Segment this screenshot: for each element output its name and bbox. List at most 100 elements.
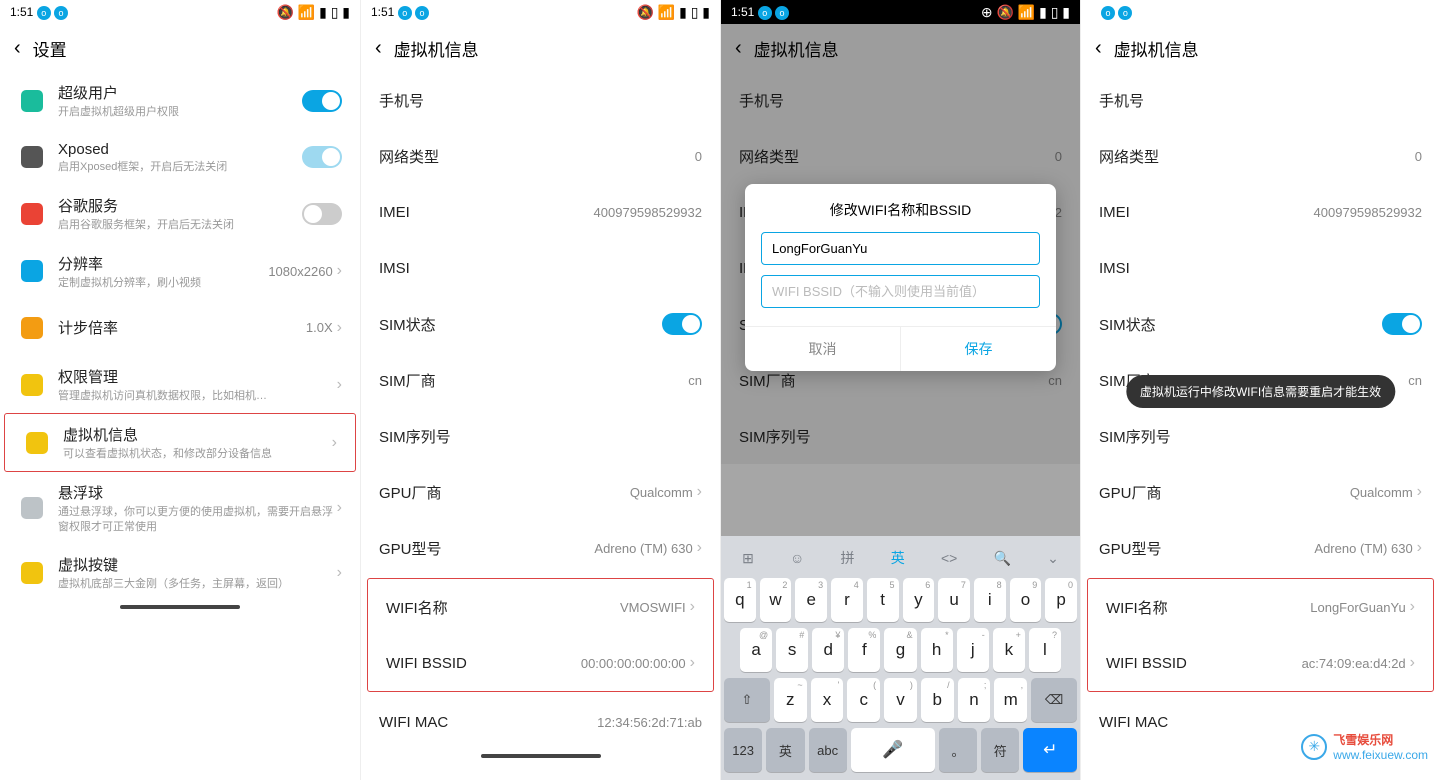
keys-icon <box>18 562 46 584</box>
key[interactable]: 6y <box>903 578 935 622</box>
abc-key[interactable]: abc <box>809 728 847 772</box>
settings-row[interactable]: 权限管理管理虚拟机访问真机数据权限，比如相机…› <box>0 356 360 413</box>
key[interactable]: ;n <box>958 678 991 722</box>
status-time: 1:51 <box>371 5 394 19</box>
settings-row[interactable]: Xposed启用Xposed框架，开启后无法关闭 <box>0 129 360 185</box>
key[interactable]: %f <box>848 628 880 672</box>
row-label: WIFI名称 <box>1106 597 1168 618</box>
key[interactable]: #s <box>776 628 808 672</box>
back-icon[interactable]: ‹ <box>14 37 21 60</box>
settings-row[interactable]: 计步倍率1.0X› <box>0 300 360 356</box>
status-icons: 🔕 📶 ▮ ▯ ▮ <box>636 4 710 21</box>
key[interactable]: ~z <box>774 678 807 722</box>
wifi-name-input[interactable] <box>761 232 1040 265</box>
row-value: 0 <box>1415 149 1422 164</box>
info-row[interactable]: WIFI BSSID00:00:00:00:00:00 › <box>368 635 713 691</box>
settings-row[interactable]: 虚拟按键虚拟机底部三大金刚（多任务，主屏幕，返回）› <box>0 544 360 601</box>
row-value: 400979598529932 <box>594 205 702 220</box>
row-title: 超级用户 <box>58 82 302 103</box>
info-row[interactable]: GPU型号Adreno (TM) 630 › <box>1081 520 1440 576</box>
key[interactable]: 1q <box>724 578 756 622</box>
key[interactable]: )v <box>884 678 917 722</box>
back-icon[interactable]: ‹ <box>375 37 382 60</box>
kb-toolbar-item[interactable]: 🔍 <box>994 550 1011 567</box>
enter-key[interactable]: ↵ <box>1023 728 1077 772</box>
back-icon[interactable]: ‹ <box>1095 37 1102 60</box>
key[interactable]: 'x <box>811 678 844 722</box>
key[interactable]: ?l <box>1029 628 1061 672</box>
row-label: 网络类型 <box>1099 146 1159 167</box>
settings-row[interactable]: 虚拟机信息可以查看虚拟机状态，和修改部分设备信息› <box>4 413 356 472</box>
row-subtitle: 虚拟机底部三大金刚（多任务，主屏幕，返回） <box>58 577 337 591</box>
info-row[interactable]: GPU厂商Qualcomm › <box>361 464 720 520</box>
shift-key[interactable]: ⇧ <box>724 678 770 722</box>
statusbar: 1:51 o o 🔕 📶 ▮ ▯ ▮ <box>361 0 720 24</box>
kb-toolbar-item[interactable]: ⊞ <box>742 550 754 567</box>
info-row[interactable]: WIFI名称VMOSWIFI › <box>368 579 713 635</box>
key[interactable]: +k <box>993 628 1025 672</box>
settings-row[interactable]: 谷歌服务启用谷歌服务框架，开启后无法关闭 <box>0 185 360 242</box>
kb-toolbar-item[interactable]: 拼 <box>841 548 855 568</box>
status-badge-icon: o <box>1101 6 1115 20</box>
key[interactable]: 9o <box>1010 578 1042 622</box>
page-title: 设置 <box>33 36 67 61</box>
status-time: 1:51 <box>731 5 754 19</box>
key[interactable]: /b <box>921 678 954 722</box>
toggle[interactable] <box>302 203 342 225</box>
key[interactable]: @a <box>740 628 772 672</box>
watermark-name: 飞雪娱乐网 <box>1333 731 1428 748</box>
info-row: IMSI <box>1081 240 1440 296</box>
key[interactable]: 4r <box>831 578 863 622</box>
key[interactable]: ,m <box>994 678 1027 722</box>
key[interactable]: (c <box>847 678 880 722</box>
chevron-right-icon: › <box>337 262 342 280</box>
run-icon <box>18 317 46 339</box>
key[interactable]: 0p <box>1045 578 1077 622</box>
wifi-bssid-input[interactable] <box>761 275 1040 308</box>
page-title: 虚拟机信息 <box>394 36 479 61</box>
key[interactable]: &g <box>884 628 916 672</box>
row-label: GPU厂商 <box>1099 482 1162 503</box>
key[interactable]: -j <box>957 628 989 672</box>
row-title: Xposed <box>58 141 302 158</box>
row-title: 虚拟按键 <box>58 554 337 575</box>
info-row: 手机号 <box>361 72 720 128</box>
sym-key[interactable]: 符 <box>981 728 1019 772</box>
key[interactable]: ¥d <box>812 628 844 672</box>
lock-icon <box>18 90 46 112</box>
row-label: IMEI <box>379 204 410 221</box>
toggle[interactable] <box>1382 313 1422 335</box>
toggle[interactable] <box>302 146 342 168</box>
row-label: GPU厂商 <box>379 482 442 503</box>
info-row[interactable]: GPU厂商Qualcomm › <box>1081 464 1440 520</box>
settings-row[interactable]: 超级用户开启虚拟机超级用户权限 <box>0 72 360 129</box>
save-button[interactable]: 保存 <box>901 327 1056 371</box>
num-key[interactable]: 123 <box>724 728 762 772</box>
info-row[interactable]: SIM状态 <box>361 296 720 352</box>
kb-toolbar-item[interactable]: ⌄ <box>1047 550 1059 567</box>
key[interactable]: 2w <box>760 578 792 622</box>
key[interactable]: 5t <box>867 578 899 622</box>
info-row[interactable]: SIM状态 <box>1081 296 1440 352</box>
row-label: SIM厂商 <box>379 370 436 391</box>
key[interactable]: 3e <box>795 578 827 622</box>
backspace-key[interactable]: ⌫ <box>1031 678 1077 722</box>
toggle[interactable] <box>662 313 702 335</box>
status-time: 1:51 <box>10 5 33 19</box>
key[interactable]: 7u <box>938 578 970 622</box>
info-row[interactable]: WIFI BSSIDac:74:09:ea:d4:2d › <box>1088 635 1433 691</box>
info-row[interactable]: WIFI名称LongForGuanYu › <box>1088 579 1433 635</box>
dot-key[interactable]: 。 <box>939 728 977 772</box>
kb-toolbar-item[interactable]: ☺ <box>790 550 804 566</box>
toggle[interactable] <box>302 90 342 112</box>
kb-toolbar-item[interactable]: 英 <box>891 548 905 568</box>
settings-row[interactable]: 分辨率定制虚拟机分辨率，刷小视频1080x2260› <box>0 243 360 300</box>
key[interactable]: *h <box>921 628 953 672</box>
key[interactable]: 8i <box>974 578 1006 622</box>
info-row[interactable]: GPU型号Adreno (TM) 630 › <box>361 520 720 576</box>
kb-toolbar-item[interactable]: <> <box>941 550 957 566</box>
space-key[interactable]: 🎤 <box>851 728 935 772</box>
lang-key[interactable]: 英 <box>766 728 804 772</box>
cancel-button[interactable]: 取消 <box>745 327 901 371</box>
settings-row[interactable]: 悬浮球通过悬浮球，你可以更方便的使用虚拟机，需要开启悬浮窗权限才可正常使用› <box>0 472 360 544</box>
